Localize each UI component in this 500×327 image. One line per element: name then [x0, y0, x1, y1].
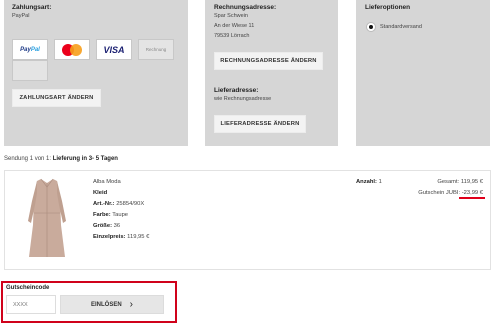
visa-logo: VISA — [103, 44, 125, 55]
extra-payment-card[interactable] — [12, 60, 48, 81]
shipping-title: Lieferoptionen — [365, 4, 411, 11]
voucher-section: Gutscheincode EINLÖSEN › — [1, 281, 177, 323]
rechnung-label: Rechnung — [145, 47, 167, 52]
item-brand: Alba Moda — [93, 179, 121, 185]
paypal-logo: PayPal — [20, 46, 40, 53]
shipping-panel: Lieferoptionen Standardversand — [356, 0, 490, 146]
item-quantity: Anzahl: 1 — [356, 179, 382, 185]
standard-shipping-label: Standardversand — [380, 24, 422, 30]
billing-title: Rechnungsadresse: — [214, 4, 277, 11]
redeem-button[interactable]: EINLÖSEN › — [60, 295, 164, 314]
billing-street: An der Wiese 11 — [214, 23, 255, 29]
change-delivery-button[interactable]: LIEFERADRESSE ÄNDERN — [214, 115, 306, 133]
item-article: Art.-Nr.: 25854/90X — [93, 201, 145, 207]
billing-name: Spar Schwein — [214, 13, 248, 19]
standard-shipping-radio[interactable] — [366, 22, 376, 32]
mastercard-card[interactable] — [54, 39, 90, 60]
rechnung-card[interactable]: Rechnung — [138, 39, 174, 60]
order-item: Alba Moda Kleid Art.-Nr.: 25854/90X Farb… — [4, 170, 491, 270]
payment-title: Zahlungsart: — [12, 4, 52, 11]
delivery-title: Lieferadresse: — [214, 87, 259, 94]
discount-underline — [459, 197, 485, 199]
item-size: Größe: 36 — [93, 223, 121, 229]
chevron-right-icon: › — [129, 298, 133, 310]
item-unit-price: Einzelpreis: 119,95 € — [93, 234, 150, 240]
shipment-info: Sendung 1 von 1: Lieferung in 3- 5 Tagen — [4, 156, 118, 162]
address-panel: Rechnungsadresse: Spar Schwein An der Wi… — [205, 0, 338, 146]
item-color: Farbe: Taupe — [93, 212, 129, 218]
billing-city: 79539 Lörrach — [214, 33, 250, 39]
item-voucher-discount: Gutschein JUBI: -23,99 € — [418, 190, 483, 196]
paypal-card[interactable]: PayPal — [12, 39, 48, 60]
payment-selected: PayPal — [12, 13, 30, 19]
voucher-code-input[interactable] — [6, 295, 56, 314]
payment-panel: Zahlungsart: PayPal PayPal VISA Rechnung… — [4, 0, 188, 146]
dress-image — [28, 178, 66, 257]
change-billing-button[interactable]: RECHNUNGSADRESSE ÄNDERN — [214, 52, 323, 70]
redeem-label: EINLÖSEN — [90, 301, 122, 308]
voucher-title: Gutscheincode — [6, 285, 50, 291]
item-total: Gesamt: 119,95 € — [437, 179, 483, 185]
item-name: Kleid — [93, 190, 108, 196]
visa-card[interactable]: VISA — [96, 39, 132, 60]
mastercard-icon — [62, 43, 82, 56]
change-payment-button[interactable]: ZAHLUNGSART ÄNDERN — [12, 89, 101, 107]
delivery-value: wie Rechnungsadresse — [214, 96, 272, 102]
